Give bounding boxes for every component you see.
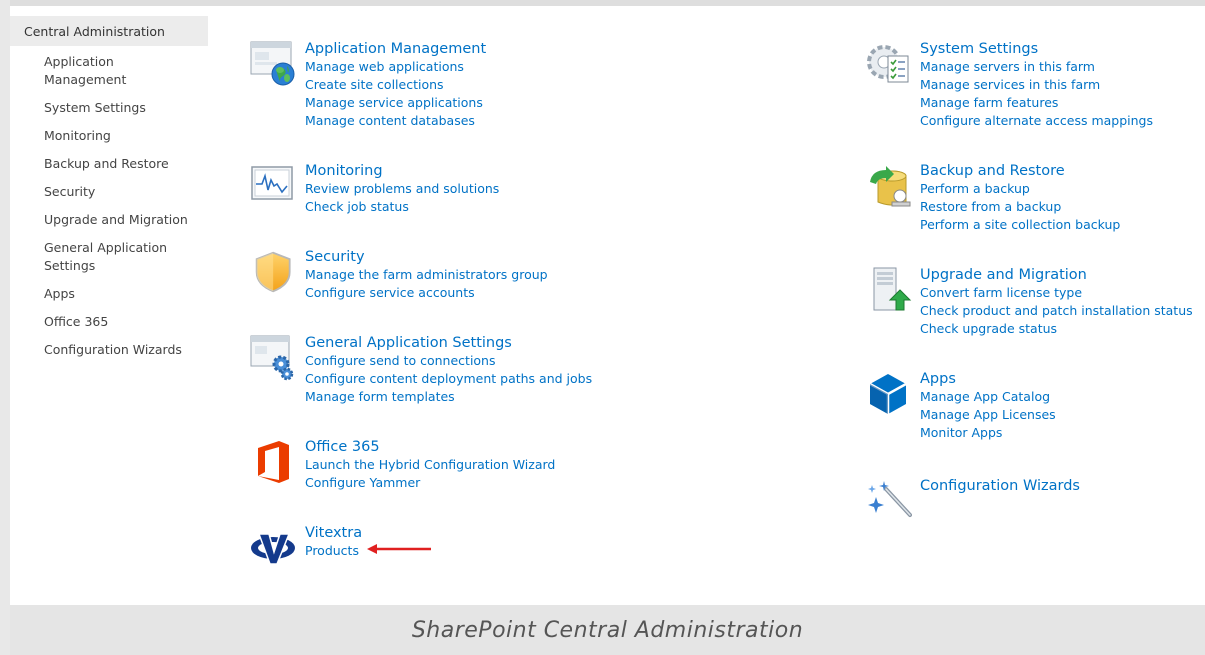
app-cube-icon[interactable] <box>864 370 912 418</box>
sidebar-item-apps[interactable]: Apps <box>10 285 208 303</box>
link-check-patch-installation[interactable]: Check product and patch installation sta… <box>920 302 1193 320</box>
link-launch-hybrid-wizard[interactable]: Launch the Hybrid Configuration Wizard <box>305 456 555 474</box>
sidebar-item-upgrade-and-migration[interactable]: Upgrade and Migration <box>10 211 208 229</box>
link-configure-send-to-connections[interactable]: Configure send to connections <box>305 352 496 370</box>
link-perform-backup[interactable]: Perform a backup <box>920 180 1030 198</box>
link-manage-form-templates[interactable]: Manage form templates <box>305 388 455 406</box>
sidebar-item-monitoring[interactable]: Monitoring <box>10 127 208 145</box>
section-title-upgrade-and-migration[interactable]: Upgrade and Migration <box>920 266 1205 284</box>
link-manage-app-catalog[interactable]: Manage App Catalog <box>920 388 1050 406</box>
link-review-problems[interactable]: Review problems and solutions <box>305 180 499 198</box>
link-monitor-apps[interactable]: Monitor Apps <box>920 424 1002 442</box>
office-logo-icon[interactable] <box>249 438 297 486</box>
link-configure-alternate-access-mappings[interactable]: Configure alternate access mappings <box>920 112 1153 130</box>
link-check-job-status[interactable]: Check job status <box>305 198 409 216</box>
section-title-vitextra[interactable]: Vitextra <box>305 524 645 542</box>
link-configure-service-accounts[interactable]: Configure service accounts <box>305 284 475 302</box>
link-manage-farm-features[interactable]: Manage farm features <box>920 94 1058 112</box>
section-title-general-application-settings[interactable]: General Application Settings <box>305 334 645 352</box>
vitextra-logo-icon[interactable] <box>249 524 297 572</box>
image-caption: SharePoint Central Administration <box>10 605 1205 655</box>
link-vitextra-products[interactable]: Products <box>305 542 359 560</box>
link-convert-farm-license[interactable]: Convert farm license type <box>920 284 1082 302</box>
section-title-office-365[interactable]: Office 365 <box>305 438 645 456</box>
gear-checklist-icon[interactable] <box>864 40 912 88</box>
link-manage-services[interactable]: Manage services in this farm <box>920 76 1100 94</box>
sidebar-item-office-365[interactable]: Office 365 <box>10 313 208 331</box>
server-upgrade-icon[interactable] <box>864 266 912 314</box>
section-title-security[interactable]: Security <box>305 248 645 266</box>
sidebar-item-security[interactable]: Security <box>10 183 208 201</box>
shield-icon[interactable] <box>253 248 297 296</box>
sidebar-item-backup-and-restore[interactable]: Backup and Restore <box>10 155 208 173</box>
section-title-backup-and-restore[interactable]: Backup and Restore <box>920 162 1205 180</box>
database-sync-icon[interactable] <box>864 162 912 210</box>
section-title-apps[interactable]: Apps <box>920 370 1205 388</box>
section-title-application-management[interactable]: Application Management <box>305 40 645 58</box>
link-manage-web-applications[interactable]: Manage web applications <box>305 58 464 76</box>
web-application-globe-icon[interactable] <box>249 40 297 88</box>
monitor-waveform-icon[interactable] <box>249 162 297 210</box>
section-title-system-settings[interactable]: System Settings <box>920 40 1205 58</box>
link-manage-farm-administrators[interactable]: Manage the farm administrators group <box>305 266 548 284</box>
magic-wand-icon[interactable] <box>864 477 912 525</box>
sidebar-heading[interactable]: Central Administration <box>10 16 208 46</box>
annotation-arrow-icon <box>367 544 431 554</box>
link-configure-yammer[interactable]: Configure Yammer <box>305 474 420 492</box>
sidebar-item-application-management[interactable]: Application Management <box>10 53 208 89</box>
link-configure-content-deployment[interactable]: Configure content deployment paths and j… <box>305 370 592 388</box>
section-title-configuration-wizards[interactable]: Configuration Wizards <box>920 477 1205 495</box>
link-manage-content-databases[interactable]: Manage content databases <box>305 112 475 130</box>
settings-gear-window-icon[interactable] <box>249 334 297 382</box>
link-restore-from-backup[interactable]: Restore from a backup <box>920 198 1061 216</box>
link-manage-service-applications[interactable]: Manage service applications <box>305 94 483 112</box>
sidebar-item-general-application-settings[interactable]: General Application Settings <box>10 239 208 275</box>
quick-launch-sidebar: Central Administration Application Manag… <box>10 16 208 359</box>
link-check-upgrade-status[interactable]: Check upgrade status <box>920 320 1057 338</box>
sidebar-item-system-settings[interactable]: System Settings <box>10 99 208 117</box>
link-perform-site-collection-backup[interactable]: Perform a site collection backup <box>920 216 1120 234</box>
link-manage-app-licenses[interactable]: Manage App Licenses <box>920 406 1056 424</box>
link-create-site-collections[interactable]: Create site collections <box>305 76 444 94</box>
sidebar-list: Application Management System Settings M… <box>10 53 208 359</box>
section-title-monitoring[interactable]: Monitoring <box>305 162 645 180</box>
sidebar-item-configuration-wizards[interactable]: Configuration Wizards <box>10 341 208 359</box>
link-manage-servers[interactable]: Manage servers in this farm <box>920 58 1095 76</box>
